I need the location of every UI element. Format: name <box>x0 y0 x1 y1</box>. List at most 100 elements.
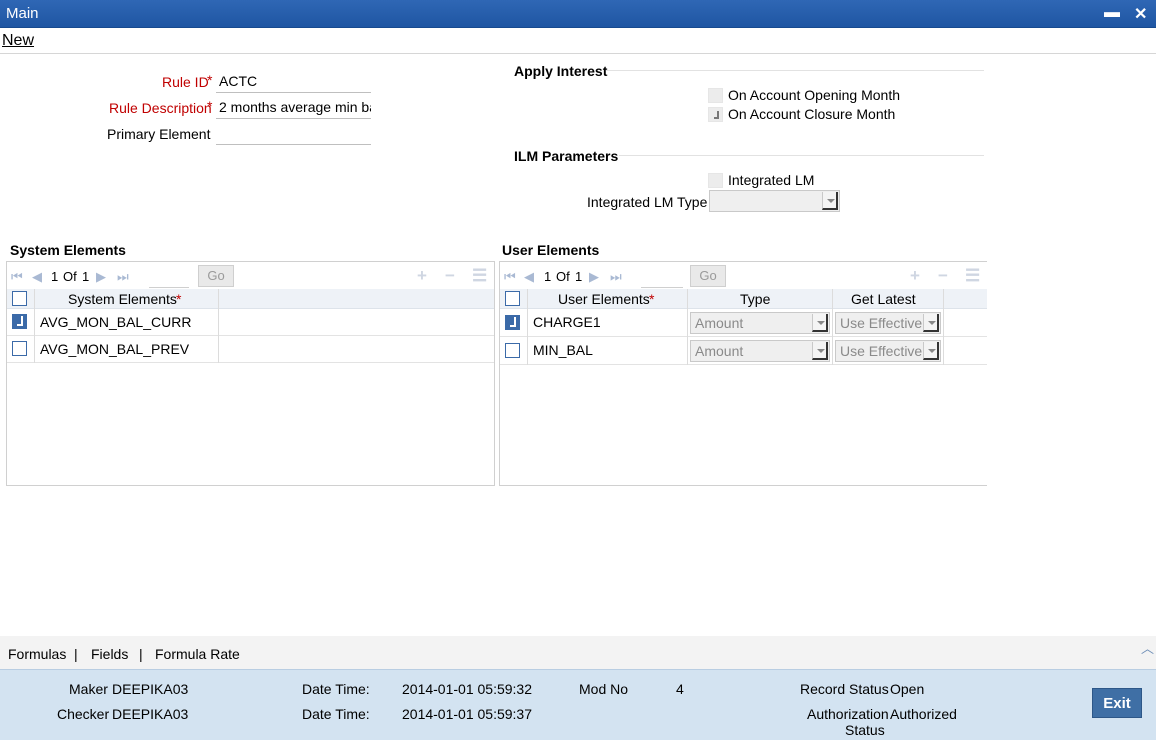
user-element-name: CHARGE1 <box>533 314 601 330</box>
system-element-name: AVG_MON_BAL_PREV <box>40 341 190 357</box>
closure-month-checkbox[interactable] <box>708 107 723 122</box>
type-select[interactable]: Amount <box>690 340 830 362</box>
last-page-icon[interactable]: ⏭ <box>117 269 129 285</box>
integrated-lm-checkbox[interactable] <box>708 173 723 188</box>
col-divider <box>687 289 688 309</box>
col-divider <box>218 336 219 363</box>
col-divider <box>943 289 944 309</box>
first-page-icon[interactable]: ⏮ <box>504 269 516 285</box>
col-divider <box>527 289 528 309</box>
system-elements-pager: ⏮ ◀ 1 Of 1 ▶ ⏭ Go + − ☰ <box>7 262 494 292</box>
collapse-up-icon[interactable]: ︿ <box>1141 638 1154 657</box>
get-latest-select[interactable]: Use Effective <box>835 340 941 362</box>
chevron-down-icon <box>923 314 939 332</box>
opening-month-checkbox[interactable] <box>708 88 723 103</box>
record-status-label: Record Status <box>800 681 889 697</box>
authorization-status-value: Authorized <box>890 706 957 722</box>
table-row[interactable]: CHARGE1 Amount Use Effective <box>500 309 987 337</box>
page-current: 1 <box>51 269 59 284</box>
primary-element-input[interactable] <box>216 123 371 145</box>
authorization-status-label-2: Status <box>845 722 885 738</box>
first-page-icon[interactable]: ⏮ <box>11 269 23 285</box>
subsystem-links-bar: Formulas | Fields | Formula Rate ︿ <box>0 636 1156 669</box>
next-page-icon[interactable]: ▶ <box>96 269 106 285</box>
rule-id-input[interactable]: ACTC <box>216 71 371 93</box>
maker-label: Maker <box>69 681 108 697</box>
last-page-icon[interactable]: ⏭ <box>610 269 622 285</box>
checker-value: DEEPIKA03 <box>112 706 189 722</box>
formula-rate-link[interactable]: Formula Rate <box>155 646 240 662</box>
opening-month-label: On Account Opening Month <box>728 87 900 103</box>
new-button[interactable]: New <box>2 32 34 50</box>
minimize-icon[interactable]: ▬ <box>1104 4 1120 22</box>
chevron-down-icon <box>812 314 828 332</box>
col-divider <box>527 309 528 337</box>
col-divider <box>943 309 944 337</box>
next-page-icon[interactable]: ▶ <box>589 269 599 285</box>
link-separator: | <box>139 646 143 662</box>
checker-datetime-label: Date Time: <box>302 706 370 722</box>
col-divider <box>34 309 35 336</box>
select-all-checkbox[interactable] <box>505 291 520 306</box>
prev-page-icon[interactable]: ◀ <box>524 269 534 285</box>
prev-page-icon[interactable]: ◀ <box>32 269 42 285</box>
chevron-down-icon <box>923 342 939 360</box>
col-divider <box>832 289 833 309</box>
type-value: Amount <box>695 343 744 359</box>
get-latest-column: Get Latest <box>851 291 916 307</box>
row-checkbox[interactable] <box>12 341 27 356</box>
get-latest-select[interactable]: Use Effective <box>835 312 941 334</box>
list-view-icon[interactable]: ☰ <box>472 266 487 286</box>
row-checkbox[interactable] <box>12 314 27 329</box>
go-button[interactable]: Go <box>198 265 234 287</box>
delete-row-icon[interactable]: − <box>938 266 948 286</box>
fields-link[interactable]: Fields <box>91 646 128 662</box>
get-latest-value: Use Effective <box>840 315 923 331</box>
row-checkbox[interactable] <box>505 343 520 358</box>
integrated-lm-type-select[interactable] <box>709 190 840 212</box>
col-divider <box>943 337 944 365</box>
col-divider <box>527 337 528 365</box>
table-row[interactable]: AVG_MON_BAL_CURR <box>7 309 494 336</box>
table-row[interactable]: MIN_BAL Amount Use Effective <box>500 337 987 365</box>
page-number-input[interactable] <box>149 266 189 288</box>
exit-button[interactable]: Exit <box>1092 688 1142 718</box>
row-checkbox[interactable] <box>505 315 520 330</box>
formulas-link[interactable]: Formulas <box>8 646 66 662</box>
type-select[interactable]: Amount <box>690 312 830 334</box>
chevron-down-icon <box>812 342 828 360</box>
add-row-icon[interactable]: + <box>417 266 427 286</box>
col-divider <box>218 289 219 309</box>
authorization-status-label: Authorization <box>807 706 889 722</box>
system-elements-heading: System Elements <box>10 242 126 258</box>
user-element-name: MIN_BAL <box>533 342 593 358</box>
maker-datetime-label: Date Time: <box>302 681 370 697</box>
page-total: 1 <box>575 269 583 284</box>
col-divider <box>34 289 35 309</box>
rule-description-input[interactable]: 2 months average min bal <box>216 97 371 119</box>
go-button[interactable]: Go <box>690 265 726 287</box>
delete-row-icon[interactable]: − <box>445 266 455 286</box>
col-divider <box>832 337 833 365</box>
get-latest-value: Use Effective <box>840 343 923 359</box>
list-view-icon[interactable]: ☰ <box>965 266 980 286</box>
integrated-lm-type-label: Integrated LM Type <box>587 194 708 210</box>
title-bar: Main ▬ ✕ <box>0 0 1156 28</box>
select-all-checkbox[interactable] <box>12 291 27 306</box>
col-divider <box>832 309 833 337</box>
page-number-input[interactable] <box>641 266 683 288</box>
link-separator: | <box>74 646 78 662</box>
close-icon[interactable]: ✕ <box>1134 4 1147 24</box>
rule-description-label: Rule Description <box>109 100 212 116</box>
type-column: Type <box>740 291 771 307</box>
ilm-parameters-heading: ILM Parameters <box>514 148 619 164</box>
system-elements-column: System Elements <box>68 291 177 307</box>
col-divider <box>34 336 35 363</box>
add-row-icon[interactable]: + <box>910 266 920 286</box>
table-row[interactable]: AVG_MON_BAL_PREV <box>7 336 494 363</box>
closure-month-label: On Account Closure Month <box>728 106 896 122</box>
page-total: 1 <box>82 269 90 284</box>
rule-id-label: Rule ID <box>162 74 209 90</box>
user-elements-column: User Elements <box>558 291 650 307</box>
type-value: Amount <box>695 315 744 331</box>
